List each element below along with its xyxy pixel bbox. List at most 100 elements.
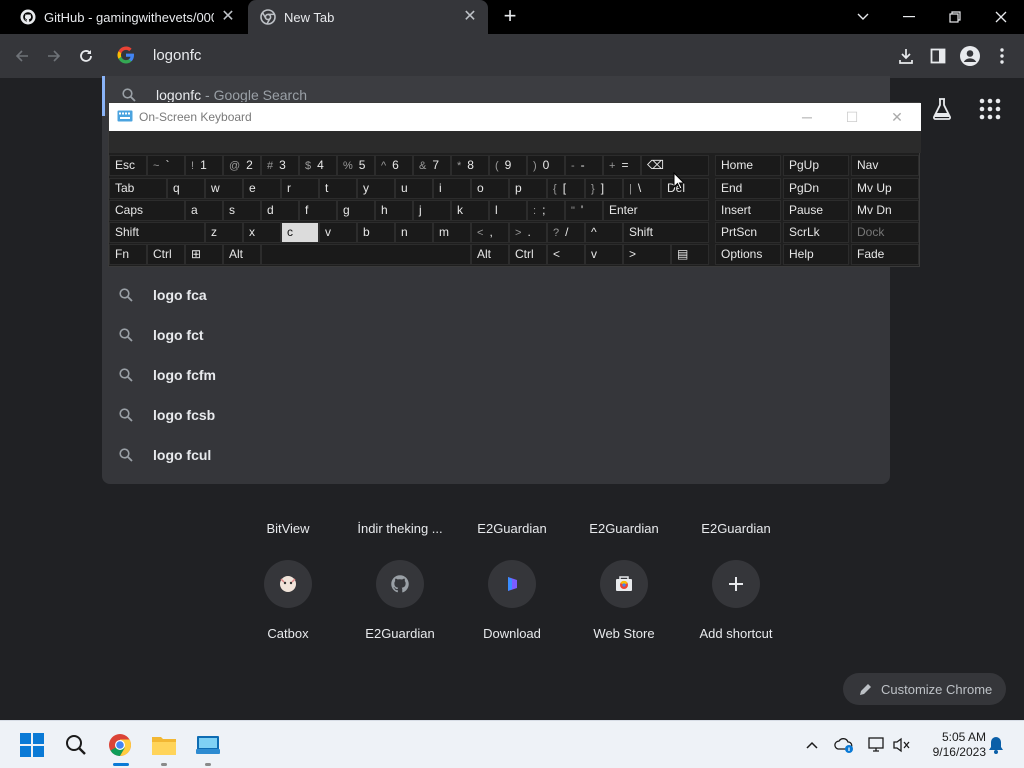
key-s[interactable]: s [223,200,261,221]
profile-button[interactable] [958,44,982,68]
search-button[interactable] [60,729,92,761]
key-k[interactable]: k [451,200,489,221]
key-t[interactable]: t [319,178,357,199]
tab-github[interactable]: GitHub - gamingwithevets/000ex ✕ [8,0,246,34]
key-pgdn[interactable]: PgDn [783,178,849,199]
key-dock[interactable]: Dock [851,222,919,243]
network-tray[interactable] [866,736,886,754]
osk-minimize-button[interactable]: ─ [797,107,817,127]
key--[interactable]: | \ [623,178,661,199]
menu-button[interactable] [990,44,1014,68]
omnibox-input-row[interactable]: logonfc [102,36,890,76]
key-help[interactable]: Help [783,244,849,265]
key-f[interactable]: f [299,200,337,221]
key-scrlk[interactable]: ScrLk [783,222,849,243]
key-e[interactable]: e [243,178,281,199]
key-alt[interactable]: Alt [223,244,261,265]
key--[interactable]: -- [565,155,603,176]
key-v[interactable]: v [319,222,357,243]
key-d[interactable]: d [261,200,299,221]
space[interactable] [261,244,471,265]
key--[interactable]: ^ [585,222,623,243]
key-i[interactable]: i [433,178,471,199]
shortcut-e2guardian[interactable]: E2Guardian [344,560,456,672]
shortcut-download[interactable]: Download [456,560,568,672]
key--[interactable]: ~ ` [147,155,185,176]
key-nav[interactable]: Nav [851,155,919,176]
key-prtscn[interactable]: PrtScn [715,222,781,243]
downloads-button[interactable] [894,44,918,68]
key-3[interactable]: #3 [261,155,299,176]
key-9[interactable]: (9 [489,155,527,176]
key-del[interactable]: Del [661,178,709,199]
labs-icon[interactable] [930,97,954,121]
taskbar-file-explorer[interactable] [148,729,180,761]
key--[interactable]: }] [585,178,623,199]
key-7[interactable]: & 7 [413,155,451,176]
shortcut-add[interactable]: Add shortcut [680,560,792,672]
suggestion-item[interactable]: logo fct [102,316,890,356]
key-8[interactable]: * 8 [451,155,489,176]
key-fade[interactable]: Fade [851,244,919,265]
key--[interactable]: > [623,244,671,265]
notifications-button[interactable] [986,736,1006,754]
key-h[interactable]: h [375,200,413,221]
key-j[interactable]: j [413,200,451,221]
key-shift[interactable]: Shift [623,222,709,243]
key--[interactable]: <, [471,222,509,243]
key-fn[interactable]: Fn [109,244,147,265]
key-w[interactable]: w [205,178,243,199]
key-q[interactable]: q [167,178,205,199]
osk-close-button[interactable]: ✕ [887,107,907,127]
suggestion-item[interactable]: logo fca [102,276,890,316]
osk-maximize-button[interactable]: ☐ [842,107,862,127]
omnibox-input[interactable]: logonfc [153,47,201,64]
system-clock[interactable]: 5:05 AM 9/16/2023 [920,730,986,760]
key--[interactable]: {[ [547,178,585,199]
key-caps[interactable]: Caps [109,200,185,221]
customize-chrome-button[interactable]: Customize Chrome [843,673,1006,705]
key--[interactable]: :; [527,200,565,221]
close-icon[interactable]: ✕ [462,9,478,25]
key-2[interactable]: @2 [223,155,261,176]
taskbar-on-screen-keyboard[interactable] [192,729,224,761]
key-esc[interactable]: Esc [109,155,147,176]
key--[interactable]: < [547,244,585,265]
new-tab-button[interactable]: + [498,5,522,29]
close-icon[interactable]: ✕ [220,9,236,25]
key-enter[interactable]: Enter [603,200,709,221]
key-o[interactable]: o [471,178,509,199]
key-6[interactable]: ^ 6 [375,155,413,176]
key--[interactable]: ⊞ [185,244,223,265]
key-options[interactable]: Options [715,244,781,265]
key-end[interactable]: End [715,178,781,199]
key-ctrl[interactable]: Ctrl [147,244,185,265]
key-mv-dn[interactable]: Mv Dn [851,200,919,221]
show-hidden-icons-button[interactable] [802,736,822,754]
key-mv-up[interactable]: Mv Up [851,178,919,199]
key--[interactable]: ? / [547,222,585,243]
key--[interactable]: " ' [565,200,603,221]
key-ctrl[interactable]: Ctrl [509,244,547,265]
reload-button[interactable] [74,44,98,68]
key--[interactable]: + = [603,155,641,176]
key-shift[interactable]: Shift [109,222,205,243]
key-p[interactable]: p [509,178,547,199]
key-r[interactable]: r [281,178,319,199]
key-z[interactable]: z [205,222,243,243]
key-a[interactable]: a [185,200,223,221]
key-u[interactable]: u [395,178,433,199]
key-y[interactable]: y [357,178,395,199]
shortcut-catbox[interactable]: Catbox [232,560,344,672]
close-window-button[interactable] [978,0,1024,34]
key-g[interactable]: g [337,200,375,221]
key-5[interactable]: % 5 [337,155,375,176]
key-insert[interactable]: Insert [715,200,781,221]
start-button[interactable] [16,729,48,761]
key-l[interactable]: l [489,200,527,221]
key-0[interactable]: ) 0 [527,155,565,176]
key-b[interactable]: b [357,222,395,243]
side-panel-button[interactable] [926,44,950,68]
key-1[interactable]: ! 1 [185,155,223,176]
key--[interactable]: >. [509,222,547,243]
